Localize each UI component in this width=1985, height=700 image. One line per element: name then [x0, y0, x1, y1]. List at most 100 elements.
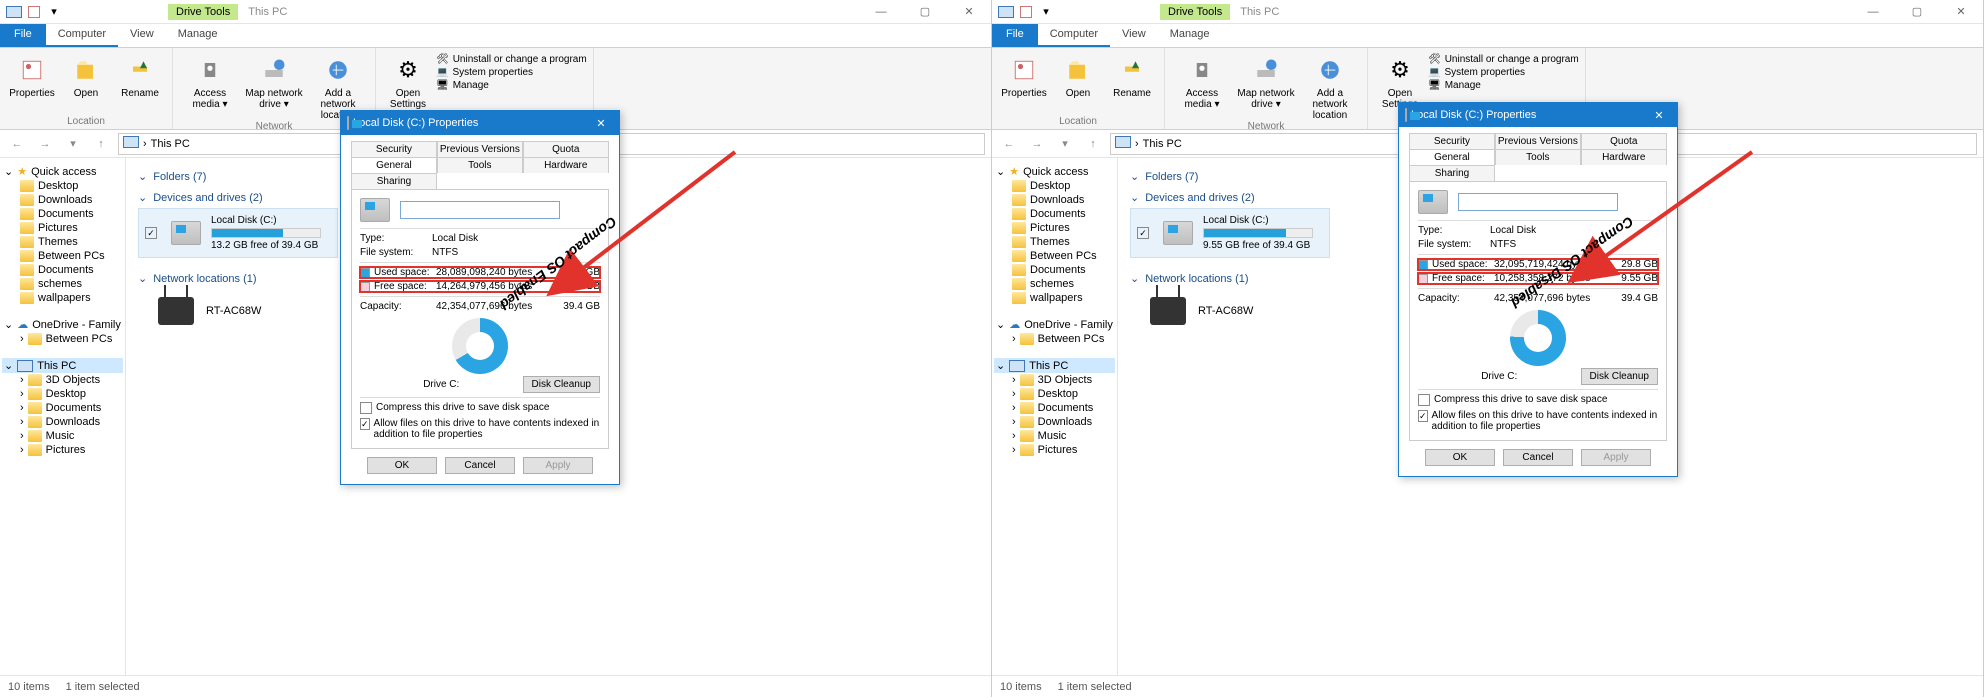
breadcrumb-segment[interactable]: This PC [151, 138, 190, 150]
ribbon-tab[interactable]: View [1110, 24, 1158, 47]
ribbon-button[interactable]: Rename [1106, 52, 1158, 99]
apply-button[interactable]: Apply [1581, 449, 1651, 466]
maximize-button[interactable]: ▢ [903, 0, 947, 24]
tree-node[interactable]: schemes [994, 277, 1115, 291]
volume-label-input[interactable] [1458, 193, 1618, 211]
tree-node[interactable]: ›Between PCs [994, 332, 1115, 346]
ribbon-tab[interactable]: Manage [166, 24, 230, 47]
ribbon-small-button[interactable]: 💻System properties [436, 67, 587, 78]
cancel-button[interactable]: Cancel [1503, 449, 1573, 466]
tree-node[interactable]: Downloads [2, 193, 123, 207]
dialog-tab[interactable]: Sharing [351, 173, 437, 189]
dialog-tab[interactable]: General [351, 157, 437, 173]
dialog-tab[interactable]: Tools [437, 157, 523, 173]
tree-node[interactable]: ›Downloads [2, 415, 123, 429]
tree-node[interactable]: ›3D Objects [994, 373, 1115, 387]
ribbon-button[interactable]: Map network drive ▾ [1235, 52, 1297, 110]
properties-qat-icon[interactable] [26, 4, 42, 20]
tree-node[interactable]: Between PCs [2, 249, 123, 263]
breadcrumb-segment[interactable]: This PC [1143, 138, 1182, 150]
ribbon-button[interactable]: Access media ▾ [179, 52, 241, 110]
ribbon-button[interactable]: ⚙Open Settings [382, 52, 434, 110]
close-button[interactable]: ✕ [947, 0, 991, 24]
maximize-button[interactable]: ▢ [1895, 0, 1939, 24]
file-tab[interactable]: File [0, 24, 46, 47]
tree-node[interactable]: Documents [994, 207, 1115, 221]
checkbox[interactable]: ✓ [145, 227, 157, 239]
tree-node[interactable]: Documents [2, 207, 123, 221]
ribbon-button[interactable]: Open [1052, 52, 1104, 99]
forward-button[interactable]: → [1026, 138, 1048, 150]
up-button[interactable]: ↑ [1082, 138, 1104, 150]
ribbon-button[interactable]: Properties [6, 52, 58, 99]
cancel-button[interactable]: Cancel [445, 457, 515, 474]
ribbon-button[interactable]: Properties [998, 52, 1050, 99]
ribbon-button[interactable]: Rename [114, 52, 166, 99]
dialog-tab[interactable]: Tools [1495, 149, 1581, 165]
tree-node[interactable]: ›Pictures [2, 443, 123, 457]
back-button[interactable]: ← [6, 138, 28, 150]
ribbon-button[interactable]: Access media ▾ [1171, 52, 1233, 110]
up-button[interactable]: ↑ [90, 138, 112, 150]
ribbon-small-button[interactable]: 🖥Manage [436, 80, 587, 91]
ribbon-tab[interactable]: Computer [1038, 24, 1110, 47]
tree-node[interactable]: ›Music [2, 429, 123, 443]
dialog-tab[interactable]: Hardware [1581, 149, 1667, 165]
index-checkbox-row[interactable]: ✓Allow files on this drive to have conte… [1418, 410, 1658, 432]
tree-node[interactable]: Between PCs [994, 249, 1115, 263]
tree-node[interactable]: Downloads [994, 193, 1115, 207]
close-button[interactable]: ✕ [1939, 0, 1983, 24]
dialog-tab[interactable]: Sharing [1409, 165, 1495, 181]
dialog-tab[interactable]: Hardware [523, 157, 609, 173]
tree-node[interactable]: Themes [994, 235, 1115, 249]
dialog-tab[interactable]: Security [1409, 133, 1495, 149]
checkbox[interactable]: ✓ [360, 418, 370, 430]
dialog-tab[interactable]: Quota [523, 141, 609, 157]
compress-checkbox-row[interactable]: Compress this drive to save disk space [360, 402, 600, 414]
disk-cleanup-button[interactable]: Disk Cleanup [523, 376, 600, 393]
dialog-tab[interactable]: General [1409, 149, 1495, 165]
ribbon-button[interactable]: Open [60, 52, 112, 99]
apply-button[interactable]: Apply [523, 457, 593, 474]
ribbon-tab[interactable]: Manage [1158, 24, 1222, 47]
qat-dropdown-icon[interactable]: ▾ [1038, 4, 1054, 20]
minimize-button[interactable]: — [859, 0, 903, 24]
tree-node[interactable]: ›Desktop [994, 387, 1115, 401]
index-checkbox-row[interactable]: ✓Allow files on this drive to have conte… [360, 418, 600, 440]
tree-node[interactable]: ›3D Objects [2, 373, 123, 387]
back-button[interactable]: ← [998, 138, 1020, 150]
dialog-tab[interactable]: Previous Versions [437, 141, 523, 157]
tree-node[interactable]: ›Music [994, 429, 1115, 443]
ribbon-button[interactable]: Add a network location [1299, 52, 1361, 121]
qat-dropdown-icon[interactable]: ▾ [46, 4, 62, 20]
dialog-tab[interactable]: Quota [1581, 133, 1667, 149]
file-tab[interactable]: File [992, 24, 1038, 47]
tree-node[interactable]: Themes [2, 235, 123, 249]
checkbox[interactable]: ✓ [1418, 410, 1428, 422]
close-button[interactable]: ✕ [589, 117, 613, 130]
tree-node[interactable]: ⌄☁OneDrive - Family [994, 317, 1115, 332]
tree-node[interactable]: ›Between PCs [2, 332, 123, 346]
tree-node[interactable]: Desktop [994, 179, 1115, 193]
ribbon-tab[interactable]: Computer [46, 24, 118, 47]
recent-button[interactable]: ▾ [62, 137, 84, 150]
ribbon-small-button[interactable]: 🛠Uninstall or change a program [436, 54, 587, 65]
tree-node[interactable]: ⌄★Quick access [994, 164, 1115, 179]
tree-node[interactable]: Documents [994, 263, 1115, 277]
tree-node[interactable]: wallpapers [2, 291, 123, 305]
drive-item[interactable]: ✓Local Disk (C:)9.55 GB free of 39.4 GB [1130, 208, 1330, 258]
tree-node[interactable]: Desktop [2, 179, 123, 193]
recent-button[interactable]: ▾ [1054, 137, 1076, 150]
tree-node[interactable]: Pictures [2, 221, 123, 235]
drive-item[interactable]: ✓Local Disk (C:)13.2 GB free of 39.4 GB [138, 208, 338, 258]
tree-node[interactable]: ⌄This PC [994, 358, 1115, 373]
ribbon-small-button[interactable]: 💻System properties [1428, 67, 1579, 78]
ribbon-tab[interactable]: View [118, 24, 166, 47]
ribbon-small-button[interactable]: 🛠Uninstall or change a program [1428, 54, 1579, 65]
tree-node[interactable]: ⌄☁OneDrive - Family [2, 317, 123, 332]
tree-node[interactable]: ⌄★Quick access [2, 164, 123, 179]
dialog-tab[interactable]: Security [351, 141, 437, 157]
tree-node[interactable]: ⌄This PC [2, 358, 123, 373]
close-button[interactable]: ✕ [1647, 109, 1671, 122]
ok-button[interactable]: OK [367, 457, 437, 474]
